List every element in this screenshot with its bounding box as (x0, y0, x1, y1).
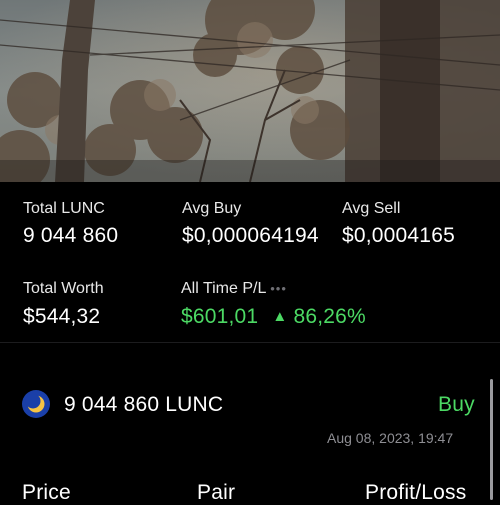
column-header-price: Price (22, 481, 71, 504)
avg-buy-value: $0,000064194 (182, 224, 319, 247)
all-time-pl-label: All Time P/L ••• (181, 280, 287, 298)
transaction-card[interactable]: 9 044 860 LUNC Buy Aug 08, 2023, 19:47 P… (0, 343, 500, 504)
luna-classic-moon-icon (22, 390, 50, 418)
column-header-pair: Pair (197, 481, 236, 504)
all-time-pl-value: $601,01 ▲ 86,26% (181, 305, 366, 329)
avg-buy-label: Avg Buy (182, 200, 242, 217)
total-worth-label: Total Worth (23, 280, 104, 297)
hero-photo (0, 0, 500, 182)
avg-sell-value: $0,0004165 (342, 224, 455, 247)
more-dots-icon[interactable]: ••• (270, 281, 287, 296)
up-triangle-icon: ▲ (272, 308, 288, 325)
scrollbar[interactable] (490, 379, 493, 500)
transaction-amount: 9 044 860 LUNC (64, 393, 224, 416)
total-lunc-value: 9 044 860 (23, 224, 119, 247)
pl-percent: 86,26% (293, 305, 366, 328)
total-worth-value: $544,32 (23, 305, 101, 328)
transaction-date: Aug 08, 2023, 19:47 (327, 430, 454, 446)
column-header-profit-loss: Profit/Loss (365, 481, 467, 504)
transaction-type-buy[interactable]: Buy (438, 393, 475, 417)
total-lunc-label: Total LUNC (23, 200, 105, 217)
avg-sell-label: Avg Sell (342, 200, 401, 217)
pl-amount: $601,01 (181, 305, 259, 328)
all-time-pl-text: All Time P/L (181, 280, 266, 297)
portfolio-summary: Total LUNC 9 044 860 Avg Buy $0,00006419… (0, 182, 500, 342)
